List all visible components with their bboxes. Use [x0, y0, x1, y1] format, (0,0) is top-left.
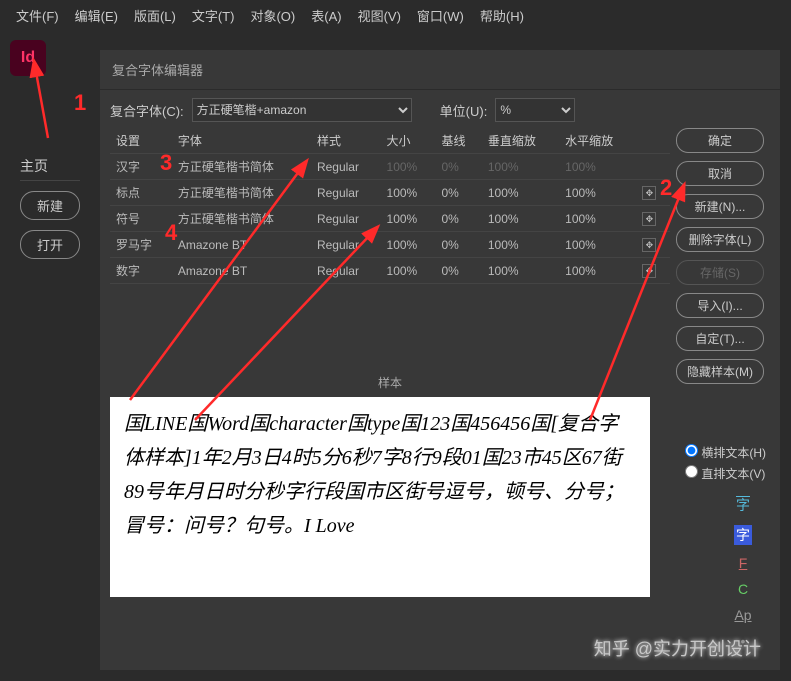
th-set: 设置: [110, 128, 172, 154]
composite-font-label: 复合字体(C):: [110, 101, 184, 120]
custom-button[interactable]: 自定(T)...: [676, 326, 764, 351]
move-icon[interactable]: ✥: [642, 264, 656, 278]
th-font: 字体: [172, 128, 311, 154]
sample-tool-icons: 字 字 F C Ap •: [734, 495, 752, 649]
th-size: 大小: [381, 128, 436, 154]
unit-label: 单位(U):: [440, 101, 488, 120]
menu-type[interactable]: 文字(T): [192, 6, 235, 25]
save-button: 存储(S): [676, 260, 764, 285]
radio-vertical[interactable]: 直排文本(V): [685, 465, 766, 482]
move-icon[interactable]: ✥: [642, 238, 656, 252]
menu-table[interactable]: 表(A): [311, 6, 341, 25]
table-row[interactable]: 罗马字Amazone BTRegular100%0%100%100%✥: [110, 232, 670, 258]
sample-text: 国LINE国Word国character国type国123国456456国[复合…: [110, 397, 650, 597]
th-base: 基线: [436, 128, 482, 154]
th-move: [636, 128, 670, 154]
menu-file[interactable]: 文件(F): [16, 6, 59, 25]
menu-layout[interactable]: 版面(L): [134, 6, 176, 25]
watermark: 知乎 @实力开创设计: [594, 635, 761, 661]
orientation-group: 横排文本(H) 直排文本(V): [685, 440, 766, 486]
unit-select[interactable]: %: [495, 98, 575, 122]
icon-c[interactable]: C: [734, 581, 752, 597]
th-hs: 水平缩放: [559, 128, 636, 154]
icon-char1[interactable]: 字: [734, 495, 752, 515]
icon-ap[interactable]: Ap: [734, 607, 752, 623]
cancel-button[interactable]: 取消: [676, 161, 764, 186]
icon-char2[interactable]: 字: [734, 525, 752, 545]
table-row[interactable]: 汉字方正硬笔楷书简体Regular100%0%100%100%: [110, 154, 670, 180]
dialog-title: 复合字体编辑器: [100, 50, 780, 90]
composite-font-select[interactable]: 方正硬笔楷+amazon: [192, 98, 412, 122]
open-doc-button[interactable]: 打开: [20, 230, 80, 259]
move-icon[interactable]: ✥: [642, 212, 656, 226]
move-icon[interactable]: ✥: [642, 186, 656, 200]
app-icon: Id: [10, 40, 46, 76]
sidebar: Id 主页 新建 打开: [0, 30, 100, 680]
ok-button[interactable]: 确定: [676, 128, 764, 153]
table-row[interactable]: 标点方正硬笔楷书简体Regular100%0%100%100%✥: [110, 180, 670, 206]
menu-window[interactable]: 窗口(W): [417, 6, 464, 25]
new-font-button[interactable]: 新建(N)...: [676, 194, 764, 219]
delete-font-button[interactable]: 删除字体(L): [676, 227, 764, 252]
sample-label: 样本: [110, 374, 670, 391]
menu-edit[interactable]: 编辑(E): [75, 6, 118, 25]
icon-f[interactable]: F: [734, 555, 752, 571]
menu-view[interactable]: 视图(V): [358, 6, 401, 25]
th-style: 样式: [311, 128, 381, 154]
composite-font-dialog: 复合字体编辑器 复合字体(C): 方正硬笔楷+amazon 单位(U): % 设…: [100, 50, 780, 670]
table-row[interactable]: 符号方正硬笔楷书简体Regular100%0%100%100%✥: [110, 206, 670, 232]
new-doc-button[interactable]: 新建: [20, 191, 80, 220]
hide-sample-button[interactable]: 隐藏样本(M): [676, 359, 764, 384]
menubar: 文件(F) 编辑(E) 版面(L) 文字(T) 对象(O) 表(A) 视图(V)…: [0, 0, 791, 30]
th-vs: 垂直缩放: [482, 128, 559, 154]
radio-horizontal[interactable]: 横排文本(H): [685, 444, 766, 461]
home-label[interactable]: 主页: [20, 156, 80, 181]
table-row[interactable]: 数字Amazone BTRegular100%0%100%100%✥: [110, 258, 670, 284]
menu-object[interactable]: 对象(O): [250, 6, 295, 25]
menu-help[interactable]: 帮助(H): [480, 6, 524, 25]
font-settings-table: 设置 字体 样式 大小 基线 垂直缩放 水平缩放 汉字方正硬笔楷书简体Regul…: [110, 128, 670, 284]
import-button[interactable]: 导入(I)...: [676, 293, 764, 318]
